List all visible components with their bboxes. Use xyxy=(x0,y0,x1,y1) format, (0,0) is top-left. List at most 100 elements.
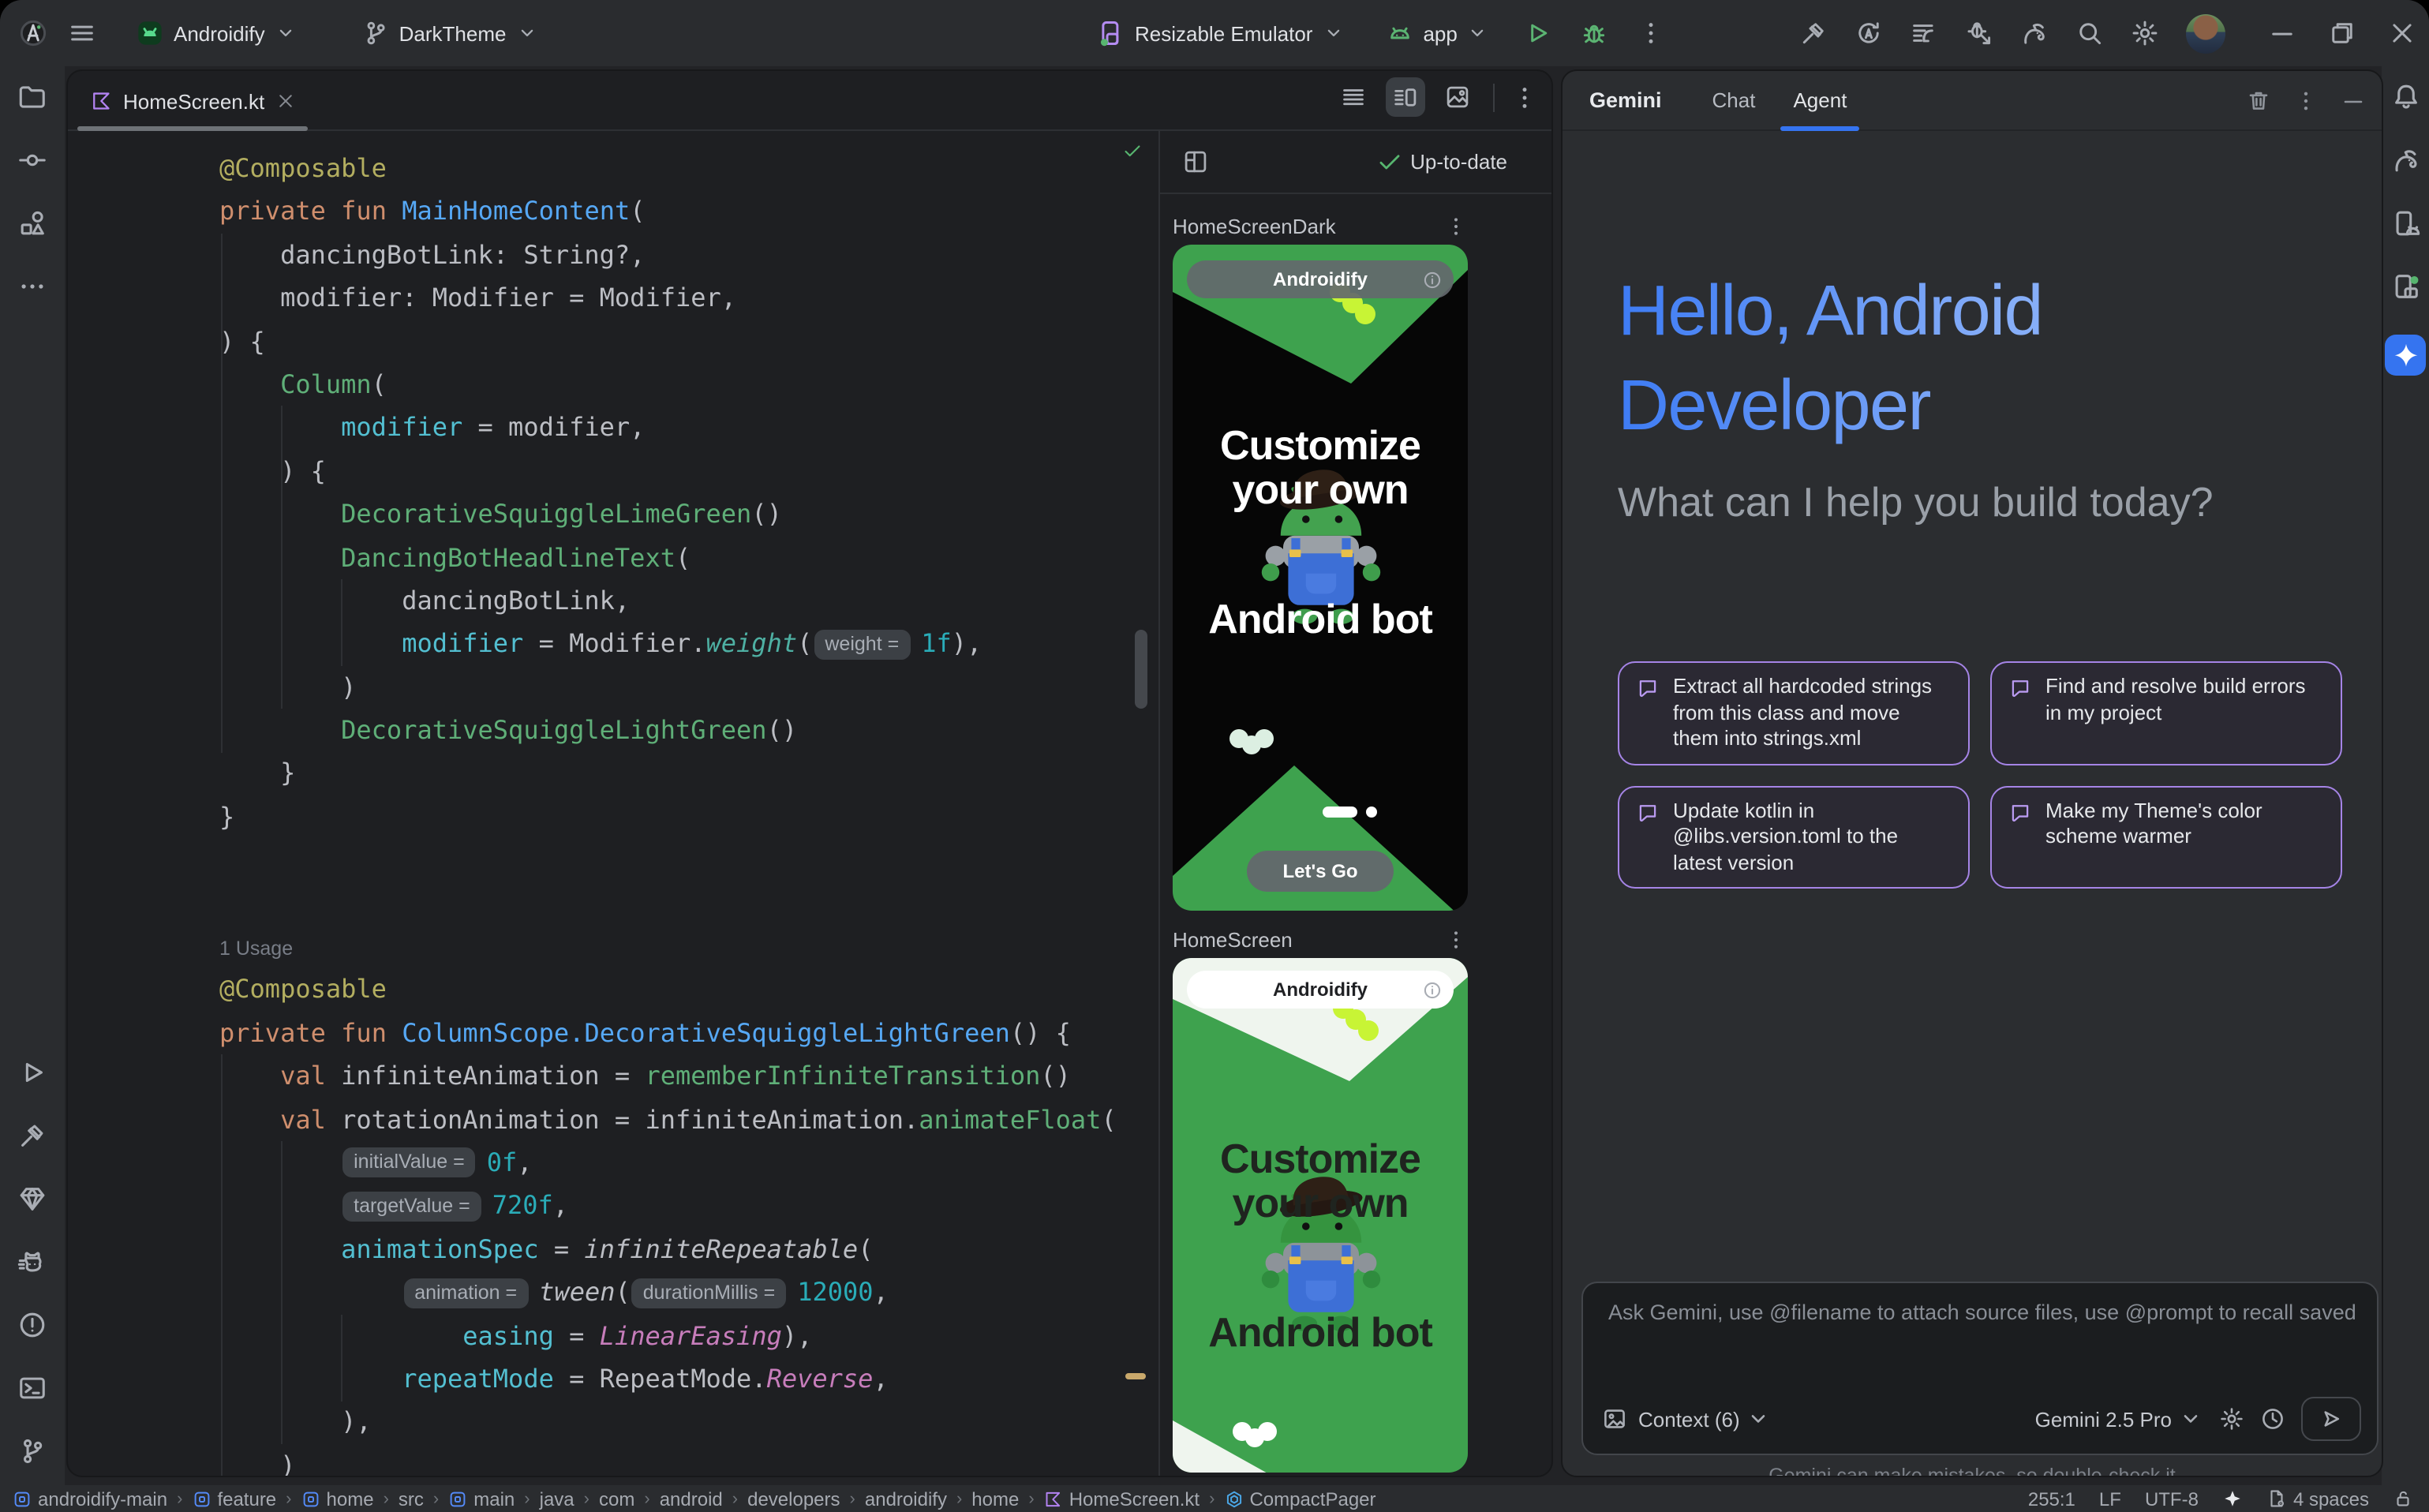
notifications-icon[interactable] xyxy=(2390,82,2420,112)
running-devices-icon[interactable] xyxy=(2390,271,2420,301)
lock-open-icon[interactable] xyxy=(2393,1488,2413,1509)
run-config-selector[interactable]: app xyxy=(1385,19,1488,47)
chat-bubble-icon xyxy=(2009,677,2031,699)
gemini-query-input[interactable] xyxy=(1605,1299,2358,1326)
logcat-icon[interactable] xyxy=(17,1247,47,1277)
gradle-sync-icon[interactable] xyxy=(2390,145,2420,175)
branch-selector[interactable]: DarkTheme xyxy=(361,19,538,47)
maximize-icon[interactable] xyxy=(2328,19,2356,47)
caret-position[interactable]: 255:1 xyxy=(2028,1488,2075,1510)
breadcrumb-item[interactable]: home xyxy=(301,1488,374,1510)
gemini-settings-icon[interactable] xyxy=(2219,1406,2244,1432)
delete-conversation-icon[interactable] xyxy=(2246,88,2271,113)
context-selector[interactable]: Context (6) xyxy=(1638,1407,1740,1431)
breadcrumb-item[interactable]: HomeScreen.kt xyxy=(1044,1488,1200,1510)
resource-manager-icon[interactable] xyxy=(17,208,47,238)
model-selector[interactable]: Gemini 2.5 Pro xyxy=(2035,1407,2172,1431)
preview-layout-icon[interactable] xyxy=(1182,148,1209,175)
info-icon[interactable] xyxy=(1422,269,1443,290)
breadcrumb-item[interactable]: feature xyxy=(192,1488,276,1510)
code-line: modifier = modifier, xyxy=(68,406,1158,450)
title-bar: Androidify DarkTheme Resizable Emulator … xyxy=(0,0,2429,66)
avatar-icon[interactable] xyxy=(2186,13,2225,53)
line-ending[interactable]: LF xyxy=(2099,1488,2121,1510)
kebab-icon[interactable] xyxy=(1637,19,1666,47)
preview-kebab-icon[interactable] xyxy=(1444,927,1468,951)
breadcrumb-item[interactable]: androidify xyxy=(865,1488,947,1510)
close-tab-icon[interactable] xyxy=(275,92,294,110)
preview-phone-homescreendark[interactable]: Androidify Customize your own xyxy=(1173,245,1468,911)
tab-agent[interactable]: Agent xyxy=(1774,70,1866,130)
editor-options-kebab-icon[interactable] xyxy=(1510,83,1539,111)
settings-icon[interactable] xyxy=(2131,19,2159,47)
chevron-down-icon xyxy=(1467,22,1489,44)
preview-label-homescreen: HomeScreen xyxy=(1173,920,1468,958)
build-hammer-icon[interactable] xyxy=(1799,19,1828,47)
view-design-button[interactable] xyxy=(1438,77,1477,117)
gemini-options-kebab-icon[interactable] xyxy=(2293,88,2319,113)
device-selector[interactable]: Resizable Emulator xyxy=(1097,19,1344,47)
lets-go-button[interactable]: Let's Go xyxy=(1247,851,1394,892)
code-line: private fun ColumnScope.DecorativeSquigg… xyxy=(68,1012,1158,1055)
attach-debugger-icon[interactable] xyxy=(1965,19,1993,47)
breadcrumb-item[interactable]: home xyxy=(971,1488,1019,1510)
tab-chat[interactable]: Chat xyxy=(1694,70,1775,130)
project-folder-icon[interactable] xyxy=(17,82,47,112)
breadcrumb-separator: › xyxy=(286,1489,291,1508)
hide-panel-icon[interactable] xyxy=(2341,88,2366,113)
inspections-ok-icon[interactable] xyxy=(1122,140,1143,169)
breadcrumb-item[interactable]: main xyxy=(448,1488,515,1510)
view-code-button[interactable] xyxy=(1334,77,1373,117)
run-toolbar: Resizable Emulator app xyxy=(1097,0,1666,66)
run-play-icon[interactable] xyxy=(1524,19,1552,47)
search-icon[interactable] xyxy=(2075,19,2104,47)
gemini-spark-icon[interactable] xyxy=(2385,335,2426,376)
build-hammer-icon[interactable] xyxy=(17,1121,47,1151)
profiler-icon[interactable] xyxy=(1910,19,1938,47)
debug-bug-icon[interactable] xyxy=(1581,19,1609,47)
app-insights-icon[interactable] xyxy=(17,1184,47,1214)
breadcrumb-item[interactable]: com xyxy=(599,1488,634,1510)
chat-bubble-icon xyxy=(1637,677,1659,699)
sync-project-icon[interactable] xyxy=(1854,19,1883,47)
code-editor[interactable]: @Composableprivate fun MainHomeContent( … xyxy=(68,131,1158,1476)
module-icon xyxy=(13,1489,32,1508)
left-tool-strip xyxy=(0,66,65,1485)
breadcrumb-item[interactable]: androidify-main xyxy=(13,1488,167,1510)
commit-icon[interactable] xyxy=(17,145,47,175)
more-tools-icon[interactable] xyxy=(17,271,47,301)
view-split-button[interactable] xyxy=(1386,77,1425,117)
version-control-icon[interactable] xyxy=(17,1436,47,1466)
preview-phone-homescreen[interactable]: Androidify Customize your own xyxy=(1173,958,1468,1473)
attach-image-icon[interactable] xyxy=(1602,1406,1627,1432)
minimize-icon[interactable] xyxy=(2268,19,2296,47)
title-bar-right xyxy=(1799,0,2416,66)
breadcrumb-item[interactable]: src xyxy=(399,1488,424,1510)
ai-spark-icon[interactable] xyxy=(2222,1488,2243,1509)
indent-setting[interactable]: 4 spaces xyxy=(2266,1488,2369,1510)
run-icon[interactable] xyxy=(17,1057,47,1087)
send-button[interactable] xyxy=(2301,1397,2361,1441)
problems-icon[interactable] xyxy=(17,1310,47,1340)
project-selector[interactable]: Androidify xyxy=(136,19,297,47)
suggestion-card[interactable]: Find and resolve build errors in my proj… xyxy=(1990,661,2342,765)
device-manager-icon[interactable] xyxy=(2390,208,2420,238)
info-icon[interactable] xyxy=(1422,979,1443,1000)
tab-homescreen-kt[interactable]: HomeScreen.kt xyxy=(74,71,310,131)
close-icon[interactable] xyxy=(2388,19,2416,47)
breadcrumb-item[interactable]: CompactPager xyxy=(1224,1488,1375,1510)
suggestion-card[interactable]: Update kotlin in @libs.version.toml to t… xyxy=(1618,785,1970,889)
editor-scrollbar[interactable] xyxy=(1135,630,1147,709)
preview-kebab-icon[interactable] xyxy=(1444,214,1468,238)
left-tool-strip-top xyxy=(0,66,65,301)
file-encoding[interactable]: UTF-8 xyxy=(2145,1488,2199,1510)
main-menu-icon[interactable] xyxy=(68,19,96,47)
terminal-icon[interactable] xyxy=(17,1373,47,1403)
breadcrumb-item[interactable]: android xyxy=(660,1488,723,1510)
breadcrumb-item[interactable]: developers xyxy=(747,1488,840,1510)
history-icon[interactable] xyxy=(2260,1406,2285,1432)
suggestion-card[interactable]: Make my Theme's color scheme warmer xyxy=(1990,785,2342,889)
suggestion-card[interactable]: Extract all hardcoded strings from this … xyxy=(1618,661,1970,765)
gradle-sync-icon[interactable] xyxy=(2020,19,2049,47)
breadcrumb-item[interactable]: java xyxy=(540,1488,575,1510)
